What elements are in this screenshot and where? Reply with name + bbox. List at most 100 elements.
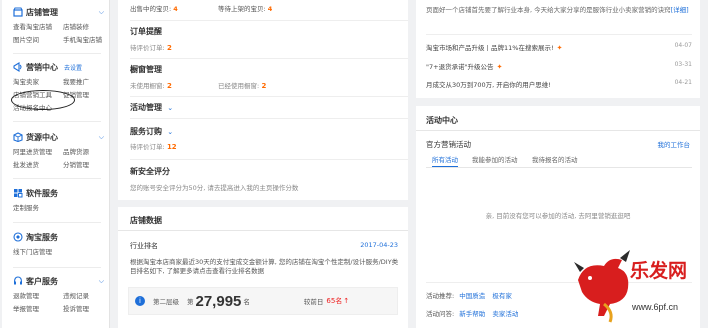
section-header[interactable]: 客户服务 ⌵ [2,275,110,287]
store-data-title: 店铺数据 [130,216,162,225]
recommend-link[interactable]: 中国质造 [459,292,485,300]
sidebar-link[interactable]: 阿里进货管理 [13,146,63,156]
arrow-up-icon: ↑ [343,297,350,305]
rank-suffix: 名 [243,298,250,306]
tab-pending-activities[interactable]: 我待报名的活动 [532,154,578,164]
divider [130,96,408,97]
pending-row: 等待上架的宝贝: 4 [218,3,272,13]
section-header[interactable]: 货源中心 ⌵ [2,131,110,143]
service-orders-title[interactable]: 服务订购 [130,127,162,136]
news-date: 04-07 [674,42,692,49]
sidebar-link[interactable]: 定制服务 [13,202,63,212]
recommend-link[interactable]: 极有家 [492,292,512,300]
security-score: 新安全评分 您的账号安全评分为50分, 请去提高进入我的主页操作分数 [130,166,400,192]
news-intro: 页面好一个店铺首先要了解行业本身, 今天给大家分享的是服饰行业小卖家营销的诀窍[… [426,6,694,15]
hot-icon: ✦ [556,44,563,52]
sidebar-section-goods: 货源中心 ⌵ 阿里进货管理 品牌货源 批发进货 分销管理 [2,131,110,169]
sidebar-link[interactable]: 店铺装修 [63,21,111,31]
showcase-title: 橱窗管理 [130,65,162,74]
tab-all-activities[interactable]: 所有活动 [432,154,458,167]
section-header[interactable]: 软件服务 [2,187,110,199]
my-workbench-link[interactable]: 我的工作台 [658,139,691,149]
sidebar-link[interactable]: 查看淘宝店铺 [13,21,63,31]
unused-showcase-value: 2 [166,82,172,90]
order-reminder-title: 订单提醒 [130,27,162,36]
chevron-down-icon[interactable]: ⌵ [99,277,104,286]
sidebar: 店铺管理 ⌵ 查看淘宝店铺 店铺装修 图片空间 手机淘宝店铺 营销中心 去设置 … [2,0,110,328]
news-card: 页面好一个店铺首先要了解行业本身, 今天给大家分享的是服饰行业小卖家营销的诀窍[… [416,0,700,98]
to-review-value[interactable]: 2 [167,44,172,52]
section-header[interactable]: 淘宝服务 [2,231,110,243]
tier-label: 第二层级 [153,298,179,306]
sidebar-link[interactable]: 退款管理 [13,290,63,300]
recommend-label: 活动推荐: [426,292,455,300]
qa-link[interactable]: 新手帮助 [459,310,485,318]
intro-link[interactable]: [详细] [671,6,689,14]
pending-value[interactable]: 4 [268,5,273,13]
store-data-card: 店铺数据 行业排名 2017-04-23 根据淘宝本店商家最近30天的支付宝成交… [118,207,408,328]
section-title: 客户服务 [26,276,58,286]
to-review-label[interactable]: 待评价订单: [130,44,165,52]
divider [130,118,408,119]
news-title[interactable]: 月成交从30万到700万, 开启你的用户思维! [426,79,551,89]
security-text: 您的账号安全评分为50分, 请去提高进入我的主页操作分数 [130,184,299,192]
sidebar-link[interactable]: 投诉管理 [63,303,111,313]
sidebar-link[interactable]: 品牌货源 [63,146,111,156]
sidebar-link[interactable]: 批发进货 [13,159,63,169]
sidebar-link[interactable]: 手机淘宝店铺 [63,34,111,44]
store-icon [13,7,23,17]
chevron-down-icon[interactable]: ⌄ [167,128,173,136]
sidebar-section-customer: 客户服务 ⌵ 退款管理 违规记录 举报管理 投诉管理 [2,275,110,313]
sidebar-link[interactable]: 图片空间 [13,34,63,44]
unused-showcase-label: 未使用橱窗: [130,82,165,90]
divider [13,178,101,179]
on-sale-label[interactable]: 出售中的宝贝: [130,5,171,13]
divider [130,159,408,160]
sidebar-link[interactable]: 分销管理 [63,159,111,169]
section-title: 营销中心 [26,62,58,72]
news-title[interactable]: "7+退货承诺"升级公告 [426,63,494,71]
watermark-logo: 乐发网 www.6pf.cn [570,242,705,326]
qa-link[interactable]: 卖家活动 [492,310,518,318]
section-title: 淘宝服务 [26,232,58,242]
service-review-label[interactable]: 待评价订单: [130,143,165,151]
security-title: 新安全评分 [130,167,170,176]
order-reminder: 订单提醒 待评价订单: 2 [130,26,172,52]
annotation-circle [11,90,75,110]
sidebar-link[interactable]: 线下门店管理 [13,246,63,256]
showcase-management: 橱窗管理 未使用橱窗: 2 已经使用橱窗: 2 [130,64,400,90]
sidebar-section-software: 软件服务 定制服务 [2,187,110,213]
bull-logo-icon [574,250,630,323]
tab-eligible-activities[interactable]: 我能参加的活动 [472,154,518,164]
news-title[interactable]: 淘宝市场和产品升级丨品牌11%在搜索展示! [426,44,554,52]
news-item[interactable]: "7+退货承诺"升级公告 ✦ 03-31 [426,61,692,71]
activity-management[interactable]: 活动管理 ⌄ [130,102,173,113]
service-review-value[interactable]: 12 [167,143,177,151]
chevron-down-icon[interactable]: ⌵ [99,133,104,142]
divider [130,20,408,21]
news-item[interactable]: 淘宝市场和产品升级丨品牌11%在搜索展示! ✦ 04-07 [426,42,692,52]
sidebar-link[interactable]: 淘宝卖家 [13,76,63,86]
settings-link[interactable]: 去设置 [64,63,82,72]
rank-prefix: 第 [187,298,194,306]
news-item[interactable]: 月成交从30万到700万, 开启你的用户思维! 04-21 [426,79,692,89]
sidebar-link[interactable]: 违规记录 [63,290,111,300]
pending-label[interactable]: 等待上架的宝贝: [218,5,266,13]
on-sale-value[interactable]: 4 [173,5,178,13]
qa-label: 活动问答: [426,310,455,318]
section-header[interactable]: 营销中心 去设置 [2,61,110,73]
sidebar-section-store: 店铺管理 ⌵ 查看淘宝店铺 店铺装修 图片空间 手机淘宝店铺 [2,6,110,44]
activity-title[interactable]: 活动管理 [130,103,162,112]
section-header[interactable]: 店铺管理 ⌵ [2,6,110,18]
news-date: 03-31 [674,61,692,68]
activity-qa-row: 活动问答: 新手帮助 卖家活动 [426,308,518,318]
compare-value: 65名 [326,297,343,305]
chevron-down-icon[interactable]: ⌄ [167,104,173,112]
grid-icon [14,189,23,198]
section-title: 软件服务 [26,188,58,198]
sidebar-link[interactable]: 我要推广 [63,76,111,86]
chevron-down-icon[interactable]: ⌵ [99,8,104,17]
sidebar-link[interactable]: 举报管理 [13,303,63,313]
rank-number: 27,995 [195,292,242,310]
activity-recommend-row: 活动推荐: 中国质造 极有家 [426,290,512,300]
